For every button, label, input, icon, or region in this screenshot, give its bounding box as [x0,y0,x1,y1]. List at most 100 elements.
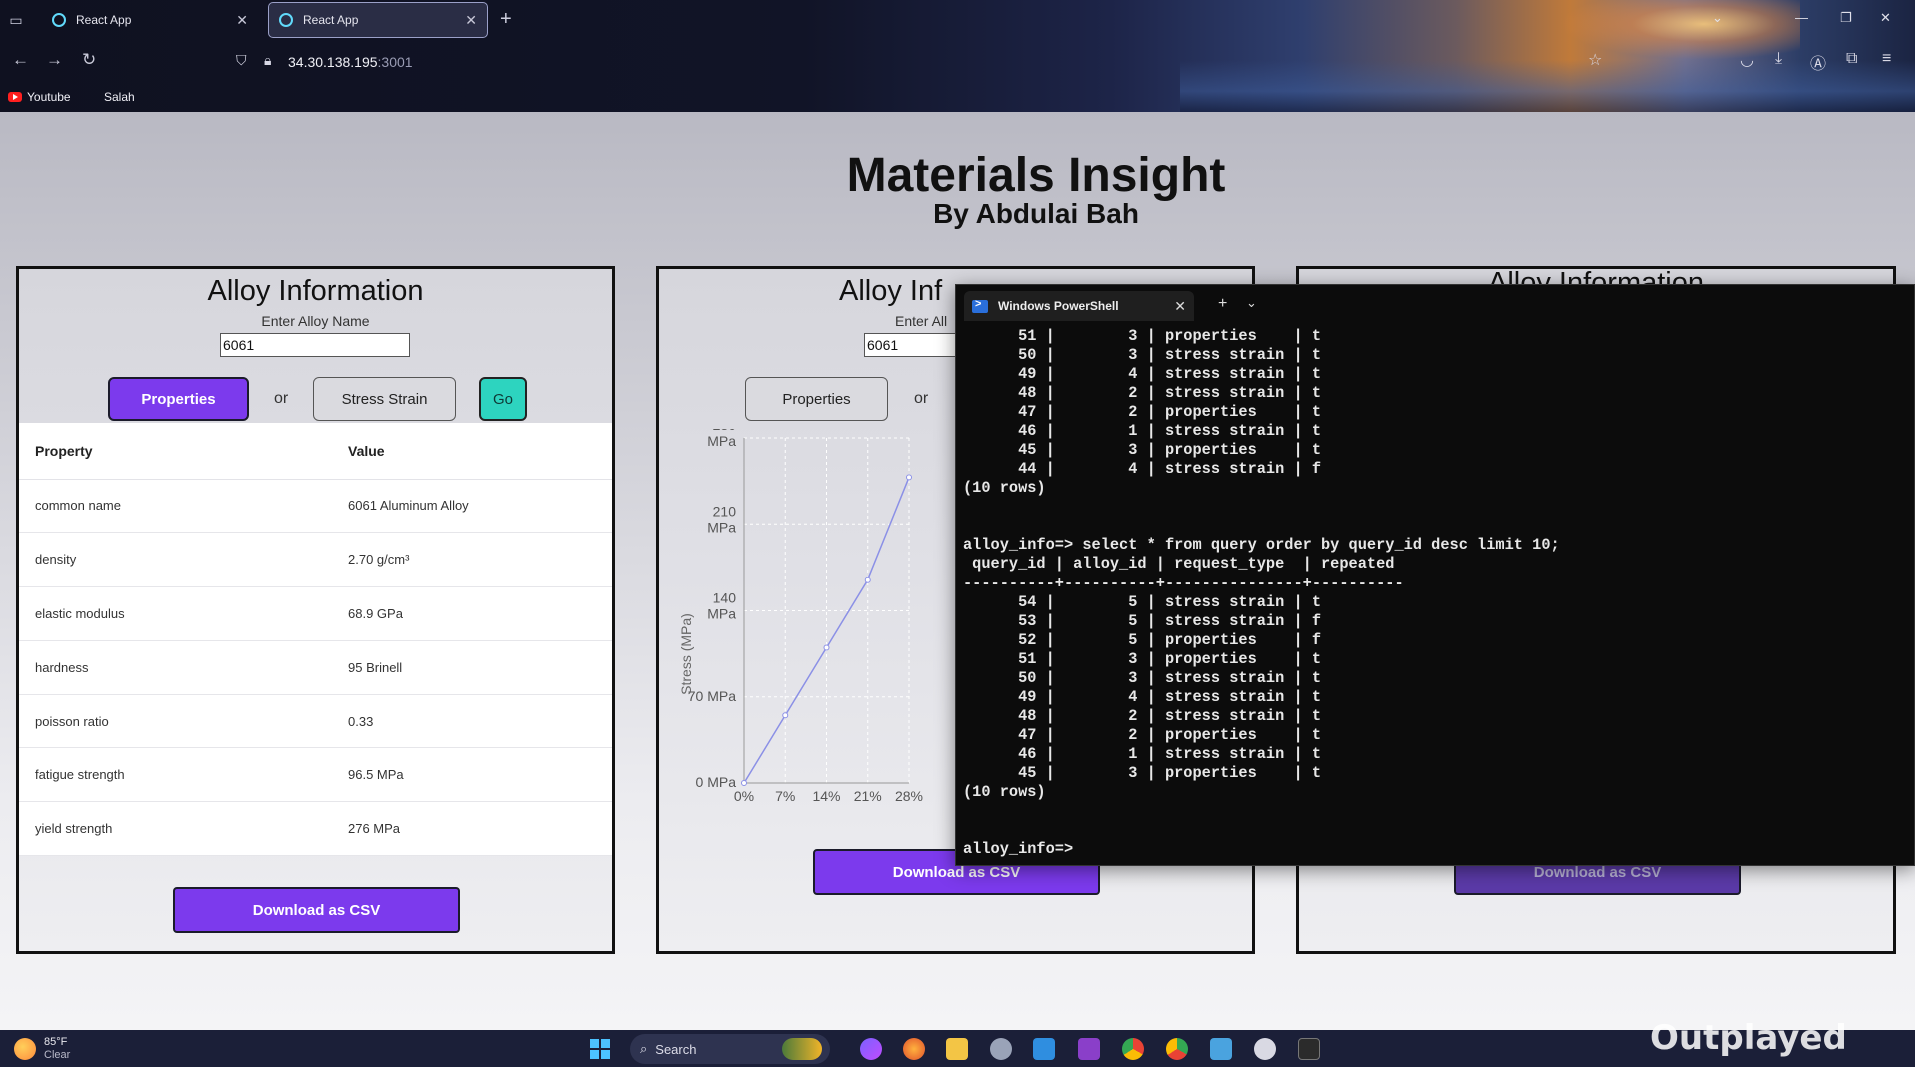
page-title: Materials Insight [846,149,1226,202]
terminal-line: 50 | 3 | stress strain | t [963,346,1322,364]
terminal-line: 53 | 5 | stress strain | f [963,612,1322,630]
terminal-line: 51 | 3 | properties | t [963,650,1322,668]
data-point [864,576,871,583]
value-cell: 2.70 g/cm³ [332,532,612,588]
chrome-icon[interactable] [1122,1038,1144,1060]
stress-strain-button[interactable]: Stress Strain [313,377,456,421]
new-tab-plus-icon[interactable]: + [500,8,512,31]
terminal-line: 48 | 2 | stress strain | t [963,384,1322,402]
alloy-name-input[interactable] [864,333,964,357]
onenote-icon[interactable] [1078,1038,1100,1060]
terminal-line: 47 | 2 | properties | t [963,726,1322,744]
browser-chrome: ▭ React App ✕ React App ✕ + ⌄ — ❐ ✕ ← → … [0,0,1915,112]
restore-icon[interactable]: ❐ [1840,10,1852,26]
reload-icon[interactable]: ↻ [82,50,96,70]
terminal-line: (10 rows) [963,479,1046,497]
terminal-new-tab-icon[interactable]: + [1218,295,1227,313]
alloy-card-1: Alloy Information Enter Alloy Name Prope… [16,266,615,954]
chrome-dev-icon[interactable] [1166,1038,1188,1060]
terminal-line: 48 | 2 | stress strain | t [963,707,1322,725]
terminal-output[interactable]: 51 | 3 | properties | t 50 | 3 | stress … [963,327,1903,859]
terminal-line: 47 | 2 | properties | t [963,403,1322,421]
table-row: density 2.70 g/cm³ [19,532,612,588]
image-app-icon[interactable] [1210,1038,1232,1060]
terminal-icon[interactable] [1298,1038,1320,1060]
value-cell: 68.9 GPa [332,586,612,641]
browser-tab-2[interactable]: React App ✕ [268,2,488,38]
value-cell: 6061 Aluminum Alloy [332,479,612,534]
powershell-icon [972,298,988,313]
taskbar-search[interactable]: ⌕ Search [630,1034,830,1064]
shield-icon[interactable]: ⛉ [236,52,247,69]
settings-gear-icon[interactable] [990,1038,1012,1060]
table-row: common name 6061 Aluminum Alloy [19,479,612,534]
properties-table: Property Value common name 6061 Aluminum … [19,423,612,856]
tab-close-icon[interactable]: ✕ [465,12,477,29]
weather-widget[interactable]: 85°F Clear [14,1036,70,1062]
terminal-line: query_id | alloy_id | request_type | rep… [963,555,1395,573]
browser-tab-1[interactable]: React App ✕ [42,2,258,38]
powershell-title: Windows PowerShell [998,299,1119,313]
address-bar[interactable]: 34.30.138.195:3001 [288,54,413,70]
properties-button[interactable]: Properties [108,377,249,421]
x-tick-label: 0% [734,788,754,804]
windows-start-icon[interactable] [590,1039,610,1059]
data-point [782,712,789,719]
downloads-icon[interactable]: ⤓ [1775,50,1782,68]
file-explorer-icon[interactable] [946,1038,968,1060]
lock-icon[interactable]: 🔒︎ [264,52,271,69]
terminal-line: 45 | 3 | properties | t [963,764,1322,782]
or-label: or [274,390,289,407]
tab-close-icon[interactable]: ✕ [236,12,248,29]
alloy-name-label: Enter All [895,313,948,329]
account-icon[interactable]: Ⓐ [1810,50,1826,74]
close-window-icon[interactable]: ✕ [1880,10,1891,26]
x-tick-label: 28% [895,788,923,804]
bookmark-salah[interactable]: Salah [104,90,135,104]
forward-icon[interactable]: → [46,50,63,70]
bookmark-youtube[interactable]: Youtube [8,90,71,104]
download-csv-button[interactable]: Download as CSV [173,887,460,933]
property-cell: density [19,532,332,588]
value-cell: 95 Brinell [332,640,612,695]
terminal-line: 46 | 1 | stress strain | t [963,745,1322,763]
y-tick-label: 210 MPa [707,503,736,535]
x-tick-label: 7% [775,788,795,804]
tab-list-icon[interactable]: ▭ [6,10,26,30]
vscode-icon[interactable] [1033,1038,1055,1060]
pocket-icon[interactable]: ◡ [1740,50,1754,70]
alloy-name-input[interactable] [220,333,410,357]
extensions-icon[interactable]: ⧉ [1846,50,1857,68]
property-cell: elastic modulus [19,586,332,641]
value-cell: 276 MPa [332,801,612,856]
minimize-icon[interactable]: — [1795,10,1808,25]
go-button[interactable]: Go [479,377,527,421]
table-header-row: Property Value [19,423,612,480]
properties-button[interactable]: Properties [745,377,888,421]
tab-overflow-chevron-icon[interactable]: ⌄ [1712,10,1723,26]
firefox-icon[interactable] [903,1038,925,1060]
value-cell: 0.33 [332,694,612,749]
copilot-icon[interactable] [860,1038,882,1060]
tab-label: React App [303,13,359,27]
x-tick-label: 21% [854,788,882,804]
terminal-line: alloy_info=> [963,840,1074,858]
terminal-line: ----------+----------+---------------+--… [963,574,1404,592]
terminal-line: (10 rows) [963,783,1046,801]
search-icon: ⌕ [640,1041,648,1056]
powershell-window[interactable]: Windows PowerShell ✕ + ⌄ 51 | 3 | proper… [955,284,1915,866]
terminal-tab-close-icon[interactable]: ✕ [1174,298,1186,315]
property-cell: common name [19,479,332,534]
menu-icon[interactable]: ≡ [1882,50,1891,68]
bookmark-star-icon[interactable]: ☆ [1588,50,1602,70]
terminal-line: 54 | 5 | stress strain | t [963,593,1322,611]
terminal-dropdown-chevron-icon[interactable]: ⌄ [1246,295,1257,311]
back-icon[interactable]: ← [12,50,29,70]
y-tick-label: 0 MPa [696,774,737,790]
outplayed-icon[interactable] [1254,1038,1276,1060]
powershell-tab[interactable]: Windows PowerShell ✕ [964,291,1194,321]
table-row: elastic modulus 68.9 GPa [19,586,612,641]
data-point [823,644,830,651]
